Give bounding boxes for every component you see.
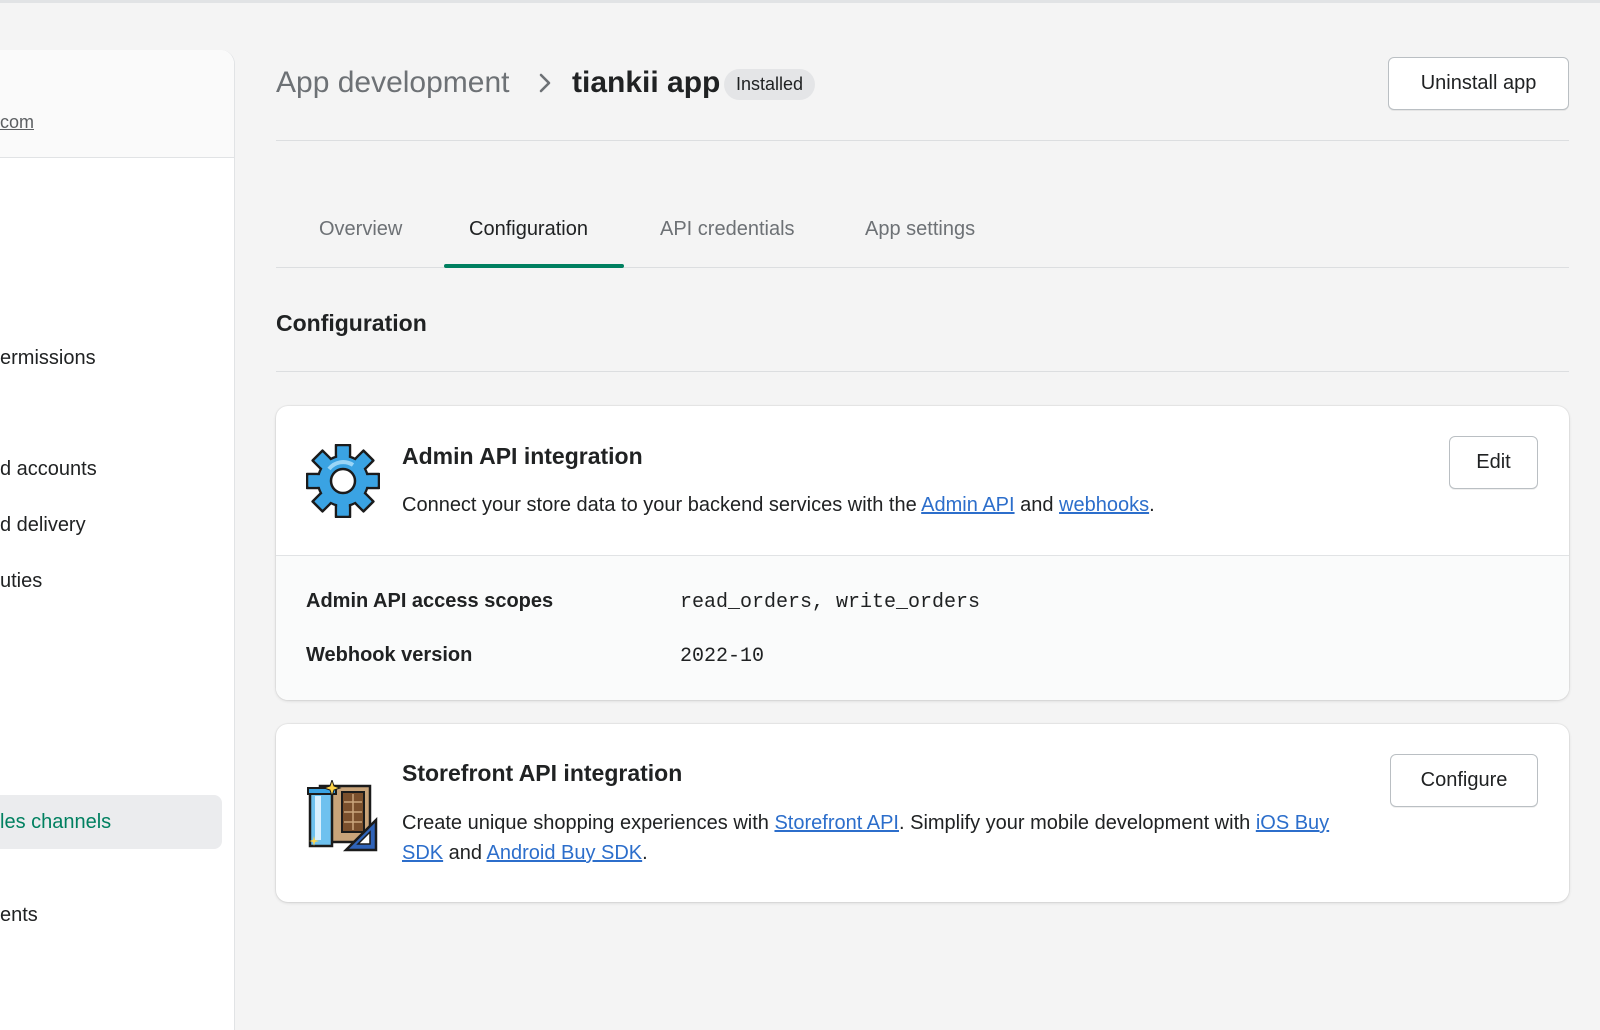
status-badge: Installed <box>724 69 816 100</box>
top-divider <box>0 0 1600 3</box>
access-scopes-label: Admin API access scopes <box>306 590 554 612</box>
settings-sidebar: com ermissions d accounts d delivery uti… <box>0 50 235 1030</box>
sidebar-store-header: com <box>0 50 234 158</box>
uninstall-app-button[interactable]: Uninstall app <box>1388 57 1569 110</box>
header-divider <box>276 140 1569 141</box>
breadcrumb-app-development[interactable]: App development <box>276 66 510 100</box>
admin-api-description: Connect your store data to your backend … <box>402 490 1155 520</box>
android-buy-sdk-link[interactable]: Android Buy SDK <box>487 842 643 864</box>
active-tab-indicator <box>444 264 624 268</box>
sidebar-item-sales-channels[interactable]: les channels <box>0 795 222 849</box>
configure-storefront-button[interactable]: Configure <box>1390 754 1538 807</box>
webhook-version-label: Webhook version <box>306 644 473 666</box>
tab-configuration[interactable]: Configuration <box>469 218 588 241</box>
tab-overview[interactable]: Overview <box>319 218 402 241</box>
sidebar-item-duties[interactable]: uties <box>0 570 42 593</box>
storefront-desc-mid: . Simplify your mobile development with <box>898 812 1256 834</box>
admin-api-desc-end: . <box>1149 494 1155 516</box>
edit-admin-api-button[interactable]: Edit <box>1449 436 1538 489</box>
storefront-api-description: Create unique shopping experiences with … <box>402 808 1362 868</box>
webhooks-link[interactable]: webhooks <box>1059 494 1149 516</box>
admin-api-title: Admin API integration <box>402 443 643 469</box>
page-title: tiankii app <box>572 66 721 99</box>
admin-api-desc-text: Connect your store data to your backend … <box>402 494 922 516</box>
admin-api-link[interactable]: Admin API <box>921 494 1014 516</box>
tab-api-credentials[interactable]: API credentials <box>660 218 795 241</box>
sidebar-item-events[interactable]: ents <box>0 904 38 927</box>
storefront-desc-text: Create unique shopping experiences with <box>402 812 775 834</box>
store-domain-link[interactable]: com <box>0 112 34 133</box>
storefront-icon <box>307 780 378 852</box>
storefront-api-card: Storefront API integration Create unique… <box>276 724 1569 902</box>
admin-api-details: Admin API access scopes read_orders, wri… <box>276 555 1569 700</box>
section-divider <box>276 371 1569 372</box>
admin-api-card: Admin API integration Connect your store… <box>276 406 1569 700</box>
storefront-api-link[interactable]: Storefront API <box>774 812 899 834</box>
tab-app-settings[interactable]: App settings <box>865 218 975 241</box>
chevron-right-icon <box>539 73 551 93</box>
webhook-version-value: 2022-10 <box>680 645 765 668</box>
admin-api-desc-and: and <box>1014 494 1060 516</box>
sidebar-item-permissions[interactable]: ermissions <box>0 347 96 370</box>
storefront-desc-end: . <box>642 842 648 864</box>
storefront-api-title: Storefront API integration <box>402 760 683 786</box>
sidebar-item-accounts[interactable]: d accounts <box>0 458 97 481</box>
access-scopes-value: read_orders, write_orders <box>680 591 981 614</box>
gear-icon <box>306 444 380 518</box>
section-title: Configuration <box>276 310 427 336</box>
storefront-desc-and: and <box>443 842 487 864</box>
sidebar-item-delivery[interactable]: d delivery <box>0 514 86 537</box>
